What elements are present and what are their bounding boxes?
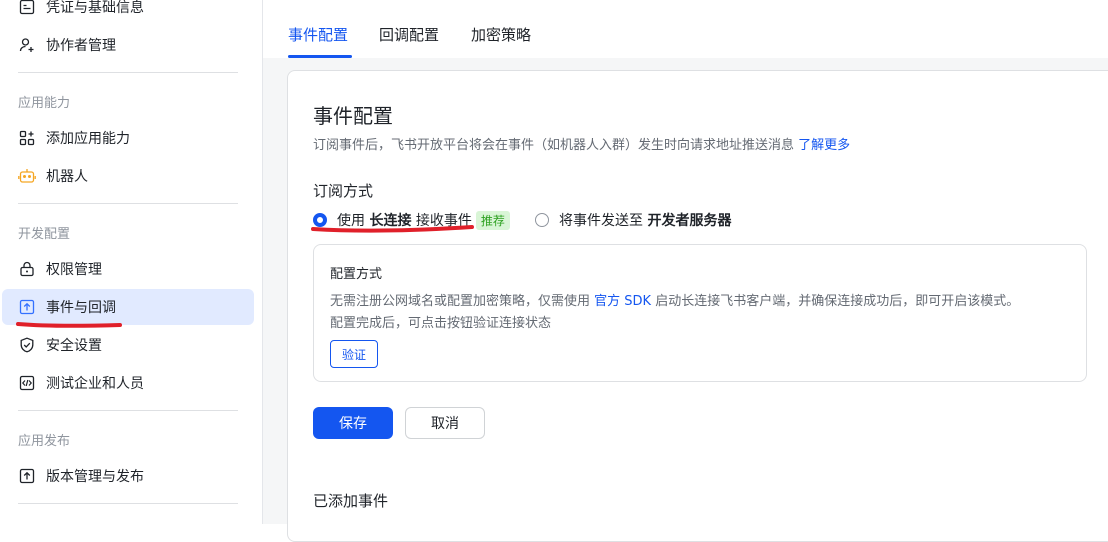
config-description-line1: 无需注册公网域名或配置加密策略，仅需使用 官方 SDK 启动长连接飞书客户端，并… <box>330 290 1019 309</box>
sidebar-divider <box>18 203 238 204</box>
save-button[interactable]: 保存 <box>313 407 393 439</box>
added-events-title: 已添加事件 <box>313 492 389 510</box>
active-tab-indicator <box>288 55 352 58</box>
tab-event-config[interactable]: 事件配置 <box>288 24 348 45</box>
sidebar-item-label: 事件与回调 <box>46 300 116 316</box>
sidebar-item-test-enterprise[interactable]: 测试企业和人员 <box>2 365 254 401</box>
config-text: 启动长连接飞书客户端，并确保连接成功后，即可开启该模式。 <box>655 294 1020 309</box>
learn-more-link[interactable]: 了解更多 <box>798 138 850 153</box>
sidebar-item-version-release[interactable]: 版本管理与发布 <box>2 458 254 494</box>
option-prefix: 使用 <box>337 213 365 229</box>
config-method-title: 配置方式 <box>330 267 383 282</box>
sidebar-item-robot[interactable]: 机器人 <box>2 158 254 194</box>
apps-add-icon <box>18 129 36 147</box>
main-content: 事件配置 回调配置 加密策略 事件配置 订阅事件后，飞书开放平台将会在事件（如机… <box>263 0 1108 542</box>
sidebar-item-label: 安全设置 <box>46 338 102 354</box>
sidebar-item-label: 机器人 <box>46 169 88 185</box>
upload-box-icon <box>18 467 36 485</box>
robot-icon <box>18 167 36 185</box>
radio-long-connection[interactable]: 使用 长连接 接收事件 推荐 <box>313 210 510 230</box>
cancel-button[interactable]: 取消 <box>405 407 485 439</box>
sidebar-item-permissions[interactable]: 权限管理 <box>2 251 254 287</box>
sidebar-item-credentials[interactable]: 凭证与基础信息 <box>2 0 254 25</box>
option-prefix: 将事件发送至 <box>559 213 643 229</box>
radio-developer-server[interactable]: 将事件发送至 开发者服务器 <box>535 210 731 230</box>
tab-callback-config[interactable]: 回调配置 <box>379 24 439 45</box>
event-config-card: 事件配置 订阅事件后，飞书开放平台将会在事件（如机器人入群）发生时向请求地址推送… <box>287 70 1108 542</box>
upload-box-icon <box>18 298 36 316</box>
lock-icon <box>18 260 36 278</box>
sidebar-item-events-callbacks[interactable]: 事件与回调 <box>2 289 254 325</box>
sidebar-item-label: 添加应用能力 <box>46 131 130 147</box>
sidebar-item-label: 凭证与基础信息 <box>46 0 144 16</box>
sidebar-item-security[interactable]: 安全设置 <box>2 327 254 363</box>
description-text: 订阅事件后，飞书开放平台将会在事件（如机器人入群）发生时向请求地址推送消息 <box>313 138 795 153</box>
sidebar-item-add-capability[interactable]: 添加应用能力 <box>2 120 254 156</box>
option-bold: 开发者服务器 <box>647 213 732 229</box>
option-bold: 长连接 <box>369 213 412 229</box>
sidebar-divider <box>18 72 238 73</box>
verify-button[interactable]: 验证 <box>330 340 379 368</box>
sidebar-item-label: 权限管理 <box>46 262 102 278</box>
page-description: 订阅事件后，飞书开放平台将会在事件（如机器人入群）发生时向请求地址推送消息 了解… <box>313 134 850 153</box>
tab-encryption[interactable]: 加密策略 <box>471 24 531 45</box>
section-dev-config: 开发配置 <box>18 227 71 242</box>
tab-bar: 事件配置 回调配置 加密策略 <box>263 0 1108 58</box>
subscription-method-title: 订阅方式 <box>313 182 374 200</box>
config-description-line2: 配置完成后，可点击按钮验证连接状态 <box>330 316 552 331</box>
recommend-badge: 推荐 <box>475 210 510 230</box>
section-app-capability: 应用能力 <box>18 96 71 111</box>
id-card-icon <box>18 0 36 16</box>
shield-check-icon <box>18 336 36 354</box>
sidebar-item-label: 协作者管理 <box>46 38 116 54</box>
code-box-icon <box>18 374 36 392</box>
sidebar-item-label: 版本管理与发布 <box>46 469 144 485</box>
add-user-icon <box>18 36 36 54</box>
sidebar: 凭证与基础信息 协作者管理 应用能力 添加应用能力 机器人 开发配置 权限管理 … <box>0 0 263 524</box>
sidebar-divider <box>18 503 238 504</box>
radio-checked-icon[interactable] <box>313 213 327 227</box>
section-app-release: 应用发布 <box>18 434 71 449</box>
official-sdk-link[interactable]: 官方 SDK <box>594 294 651 309</box>
sidebar-divider <box>18 410 238 411</box>
sidebar-item-collaborators[interactable]: 协作者管理 <box>2 27 254 63</box>
sidebar-item-label: 测试企业和人员 <box>46 376 144 392</box>
config-method-box: 配置方式 无需注册公网域名或配置加密策略，仅需使用 官方 SDK 启动长连接飞书… <box>313 244 1087 382</box>
radio-unchecked-icon[interactable] <box>535 213 549 227</box>
page-title: 事件配置 <box>313 104 393 128</box>
config-text: 无需注册公网域名或配置加密策略，仅需使用 <box>330 294 591 309</box>
option-suffix: 接收事件 <box>415 213 472 229</box>
